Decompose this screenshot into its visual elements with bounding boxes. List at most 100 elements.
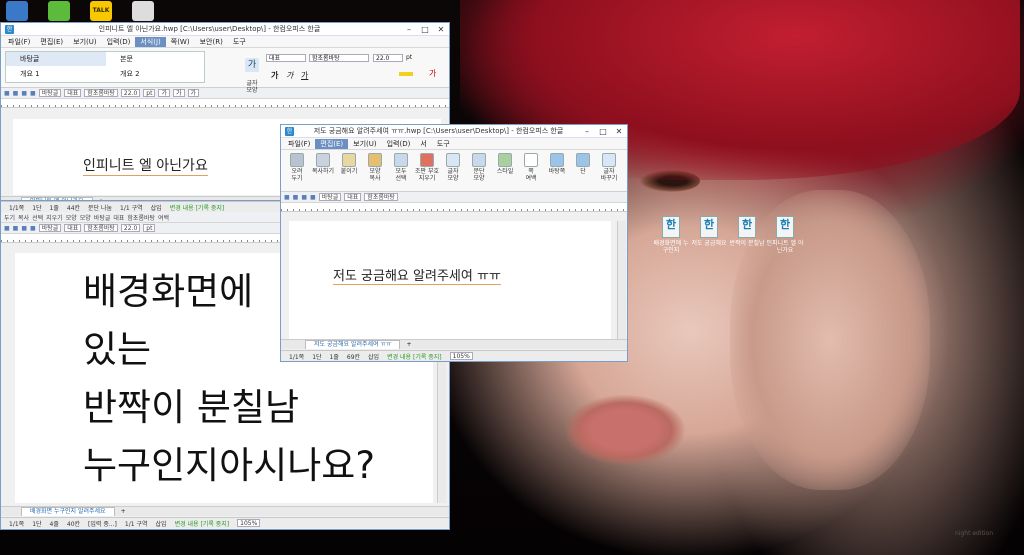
- frog-icon[interactable]: [48, 1, 70, 21]
- ribbon-button[interactable]: 복사하기: [311, 153, 335, 175]
- ribbon-button[interactable]: 모양 복사: [363, 153, 387, 182]
- font-size-input[interactable]: 22.0: [373, 54, 403, 62]
- char-shape-button[interactable]: 가 글자 모양: [243, 51, 261, 94]
- style-list[interactable]: 바탕글 본문 개요 1 개요 2: [5, 51, 205, 83]
- vertical-scrollbar[interactable]: [617, 221, 626, 339]
- menu-item[interactable]: 보기(U): [68, 37, 101, 47]
- style-item[interactable]: 바탕글: [6, 52, 106, 66]
- bold-button[interactable]: 가: [271, 70, 278, 81]
- maximize-button[interactable]: □: [417, 25, 433, 34]
- toolbar-field[interactable]: 가: [187, 89, 200, 97]
- calendar-icon[interactable]: [132, 1, 154, 21]
- toolbar-field[interactable]: 함초롬바탕: [84, 89, 118, 97]
- menu-item[interactable]: 도구: [228, 37, 251, 47]
- ribbon-button[interactable]: 글자 모양: [441, 153, 465, 182]
- menu-item[interactable]: 파일(F): [3, 37, 35, 47]
- save-icon[interactable]: ■: [301, 194, 307, 201]
- toolbar-field[interactable]: 가: [158, 89, 170, 97]
- menu-item[interactable]: 쪽(W): [166, 37, 195, 47]
- new-doc-icon[interactable]: ■: [4, 225, 10, 232]
- ribbon-button[interactable]: 문단 모양: [467, 153, 491, 182]
- toolbar-field[interactable]: 대표: [344, 193, 362, 201]
- print-icon[interactable]: ■: [30, 225, 36, 232]
- toolbar-field[interactable]: pt: [143, 224, 156, 232]
- ribbon-button[interactable]: 글자 바꾸기: [597, 153, 621, 182]
- close-button[interactable]: ✕: [611, 127, 627, 136]
- desktop-file-icon[interactable]: 한 저도 궁금해요: [690, 216, 728, 262]
- toolbar-label[interactable]: 모양: [80, 213, 91, 222]
- ribbon-button[interactable]: 바탕쪽: [545, 153, 569, 175]
- menu-item[interactable]: 서식(J): [135, 36, 166, 47]
- menu-item[interactable]: 파일(F): [283, 139, 315, 149]
- save-icon[interactable]: ■: [21, 90, 27, 97]
- close-button[interactable]: ✕: [433, 25, 449, 34]
- toolbar-field[interactable]: 바탕글: [318, 193, 342, 201]
- toolbar-field[interactable]: 22.0: [120, 224, 141, 232]
- document-line[interactable]: 있는: [83, 319, 151, 373]
- underline-button[interactable]: 가: [301, 70, 308, 81]
- ribbon-button[interactable]: 조판 부호 지우기: [415, 153, 439, 182]
- ribbon-button[interactable]: 오려 두기: [285, 153, 309, 182]
- toolbar-field[interactable]: 바탕글: [38, 89, 62, 97]
- title-bar[interactable]: 한 인피니트 엘 아닌가요.hwp [C:\Users\user\Desktop…: [1, 23, 449, 36]
- document-line[interactable]: 반짝이 분칠남: [83, 377, 299, 431]
- title-bar[interactable]: 한 저도 궁금해요 알려주세여 ㅠㅠ.hwp [C:\Users\user\De…: [281, 125, 627, 138]
- font-category-select[interactable]: 대표: [266, 54, 306, 62]
- minimize-button[interactable]: –: [401, 25, 417, 34]
- save-icon[interactable]: ■: [21, 225, 27, 232]
- font-color-icon[interactable]: 가: [429, 68, 436, 79]
- toolbar-field[interactable]: pt: [143, 89, 156, 97]
- toolbar-field[interactable]: 함초롬바탕: [364, 193, 398, 201]
- print-icon[interactable]: ■: [310, 194, 316, 201]
- toolbar-label[interactable]: 선택: [32, 213, 43, 222]
- ribbon-button[interactable]: 스타일: [493, 153, 517, 175]
- print-icon[interactable]: ■: [30, 90, 36, 97]
- ribbon-button[interactable]: 모두 선택: [389, 153, 413, 182]
- menu-item[interactable]: 보안(R): [195, 37, 228, 47]
- style-item[interactable]: 개요 1: [6, 67, 106, 81]
- italic-button[interactable]: 가: [286, 70, 293, 81]
- menu-item[interactable]: 도구: [432, 139, 455, 149]
- toolbar-label[interactable]: 지우기: [46, 213, 63, 222]
- toolbar-label[interactable]: 여백: [158, 213, 169, 222]
- toolbar-field[interactable]: 대표: [64, 89, 82, 97]
- toolbar-label[interactable]: 대표: [113, 213, 124, 222]
- toolbar-field[interactable]: 함초롬바탕: [84, 224, 118, 232]
- toolbar-field[interactable]: 22.0: [120, 89, 141, 97]
- menu-item[interactable]: 서: [415, 139, 431, 149]
- document-tab[interactable]: 배경화면 누구인지 알려주세요: [21, 507, 115, 516]
- add-tab-button[interactable]: +: [115, 508, 132, 515]
- add-tab-button[interactable]: +: [400, 341, 417, 348]
- new-doc-icon[interactable]: ■: [4, 90, 10, 97]
- menu-item[interactable]: 입력(D): [382, 139, 416, 149]
- ruler[interactable]: [1, 99, 449, 108]
- desktop-file-icon[interactable]: 한 인피니트 엘 아닌가요: [766, 216, 804, 262]
- highlight-icon[interactable]: [399, 72, 413, 76]
- menu-item[interactable]: 편집(E): [315, 138, 349, 149]
- toolbar-field[interactable]: 가: [172, 89, 185, 97]
- toolbar-label[interactable]: 두기: [4, 213, 15, 222]
- toolbar-field[interactable]: 대표: [64, 224, 82, 232]
- toolbar-label[interactable]: 모양: [66, 213, 77, 222]
- toolbar-field[interactable]: 바탕글: [38, 224, 62, 232]
- document-text[interactable]: 저도 궁금해요 알려주세여 ㅠㅠ: [333, 265, 501, 285]
- ribbon-button[interactable]: 쪽 여백: [519, 153, 543, 182]
- new-doc-icon[interactable]: ■: [284, 194, 290, 201]
- zoom-select[interactable]: 105%: [449, 352, 473, 360]
- zoom-select[interactable]: 105%: [237, 519, 261, 527]
- style-item[interactable]: 개요 2: [106, 67, 206, 81]
- ribbon-button[interactable]: 붙이기: [337, 153, 361, 175]
- document-line[interactable]: 배경화면에: [83, 261, 253, 315]
- document-tab[interactable]: 저도 궁금해요 알려주세여 ㅠㅠ: [305, 340, 401, 349]
- minimize-button[interactable]: –: [579, 127, 595, 136]
- toolbar-label[interactable]: 바탕글: [94, 213, 111, 222]
- computer-icon[interactable]: [6, 1, 28, 21]
- menu-item[interactable]: 보기(U): [348, 139, 381, 149]
- ribbon-button[interactable]: 단: [571, 153, 595, 175]
- hwp-window-curious[interactable]: 한 저도 궁금해요 알려주세여 ㅠㅠ.hwp [C:\Users\user\De…: [280, 124, 628, 362]
- open-icon[interactable]: ■: [293, 194, 299, 201]
- document-text[interactable]: 인피니트 엘 아닌가요: [83, 155, 208, 176]
- desktop-file-icon[interactable]: 한 반짝이 분칠남: [728, 216, 766, 262]
- desktop-file-icon[interactable]: 한 배경화면에 누구인지: [652, 216, 690, 262]
- toolbar-label[interactable]: 복사: [18, 213, 29, 222]
